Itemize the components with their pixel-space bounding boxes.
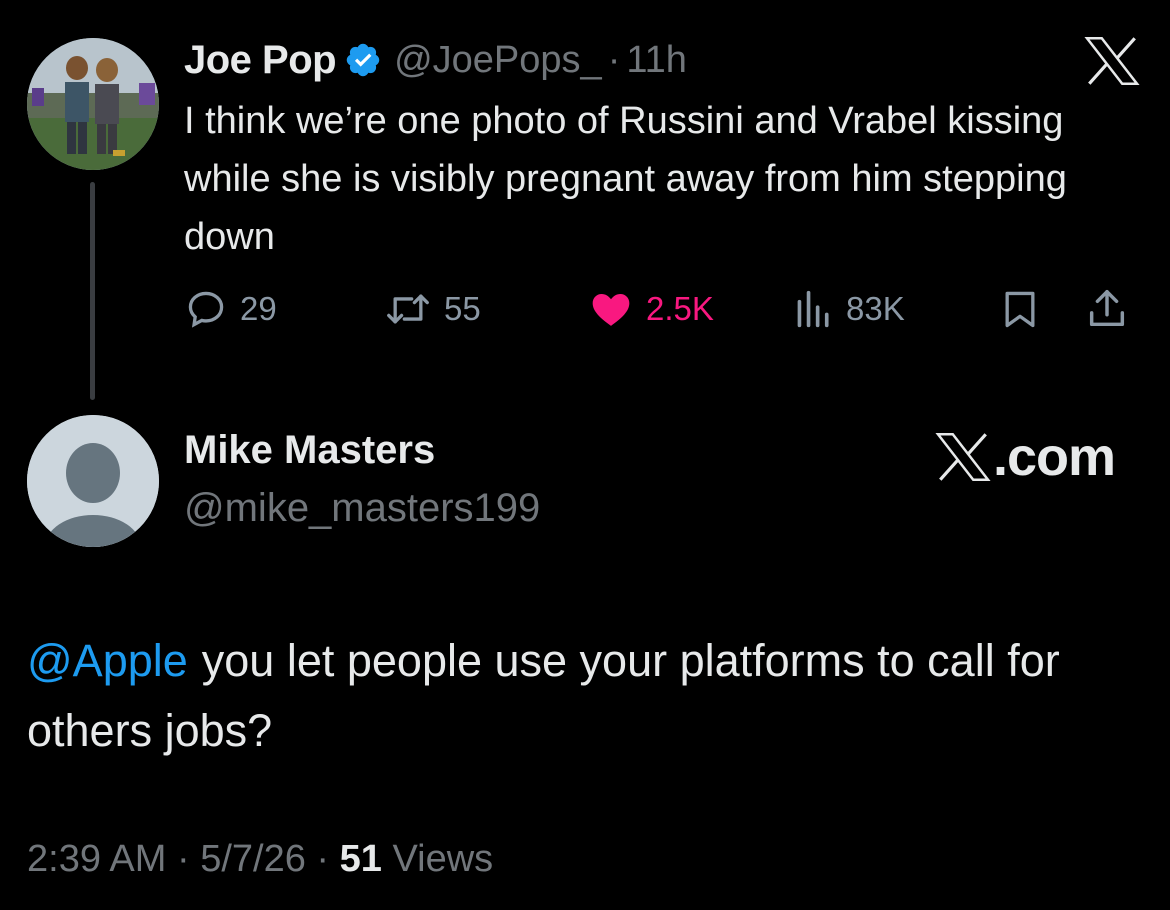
default-avatar-icon	[27, 415, 159, 547]
separator-dot: ·	[607, 38, 621, 81]
like-button[interactable]: 2.5K	[588, 284, 714, 334]
reply-author-name[interactable]: Mike Masters	[184, 428, 435, 473]
quoted-author-avatar[interactable]	[27, 38, 159, 170]
quoted-tweet-time[interactable]: 11h	[626, 39, 687, 82]
verified-badge-icon	[346, 43, 380, 77]
retweet-count: 55	[444, 290, 481, 327]
mention-link[interactable]: @Apple	[27, 635, 188, 686]
reply-icon	[188, 291, 224, 328]
x-com-watermark: .com	[935, 426, 1116, 488]
separator-dot: ·	[176, 838, 190, 880]
reply-author-handle[interactable]: @mike_masters199	[184, 486, 540, 531]
reply-count: 29	[240, 290, 277, 327]
avatar-photo	[27, 38, 159, 170]
views-count: 83K	[846, 290, 905, 327]
views-chart-icon	[797, 290, 829, 328]
tweet-views-count[interactable]: 51	[340, 838, 382, 880]
quoted-author-handle[interactable]: @JoePops_	[394, 39, 602, 82]
x-logo-icon	[1084, 37, 1140, 85]
reply-button[interactable]: 29	[184, 284, 277, 334]
views-button[interactable]: 83K	[794, 284, 905, 334]
separator-dot: ·	[316, 838, 330, 880]
tweet-date[interactable]: 5/7/26	[200, 838, 306, 880]
retweet-button[interactable]: 55	[384, 284, 481, 334]
tweet-metadata: 2:39 AM · 5/7/26 · 51 Views	[27, 838, 493, 881]
like-count: 2.5K	[646, 290, 714, 327]
share-icon	[1089, 290, 1125, 327]
retweet-icon	[387, 294, 429, 324]
tweet-views-label: Views	[392, 838, 494, 880]
quoted-tweet-text: I think we’re one photo of Russini and V…	[184, 100, 1067, 258]
bookmark-button[interactable]	[998, 284, 1042, 334]
tweet-action-bar: 29 55 2.5K 83K	[184, 284, 1144, 334]
thread-connector-line	[90, 182, 95, 400]
tweet-time[interactable]: 2:39 AM	[27, 838, 166, 880]
watermark-text: .com	[993, 427, 1116, 487]
reply-tweet-text: @Apple you let people use your platforms …	[27, 626, 1147, 766]
reply-author-avatar[interactable]	[27, 415, 159, 547]
quoted-author-name[interactable]: Joe Pop	[184, 38, 337, 83]
x-logo-icon	[935, 433, 991, 481]
quoted-tweet-header: Joe Pop @JoePops_ · 11h	[184, 34, 687, 86]
bookmark-icon	[1005, 291, 1035, 328]
heart-filled-icon	[592, 293, 630, 326]
share-button[interactable]	[1084, 284, 1130, 334]
